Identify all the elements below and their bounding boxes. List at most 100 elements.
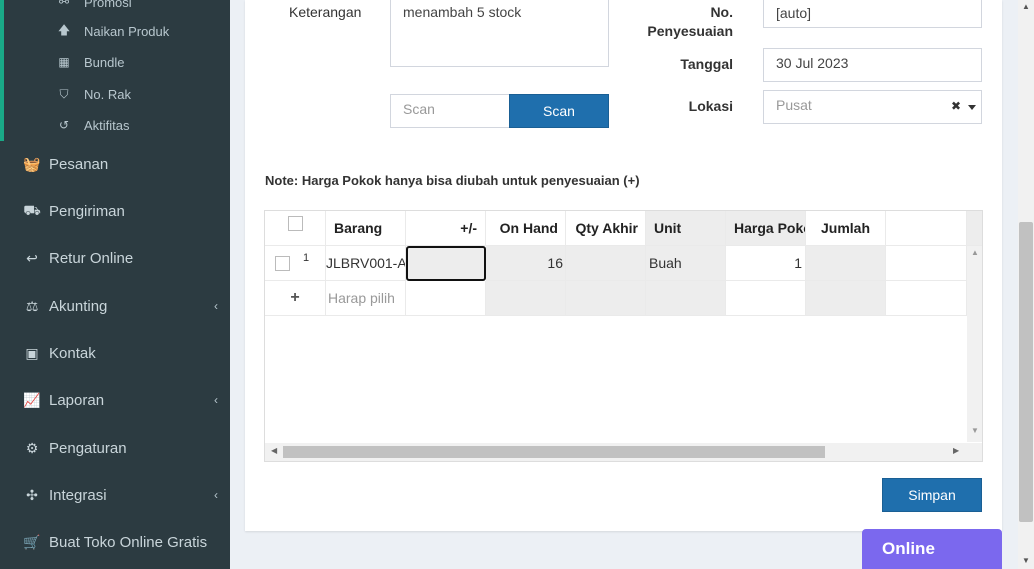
cell-on-hand: 16: [486, 246, 566, 281]
scale-icon: ⚖: [25, 297, 39, 314]
grid-vertical-scrollbar[interactable]: ▲ ▼: [967, 246, 982, 442]
add-cell-plusminus: [406, 281, 486, 316]
caret-down-icon[interactable]: [968, 105, 976, 110]
lokasi-select[interactable]: Pusat ✖: [763, 90, 982, 124]
scroll-right-icon[interactable]: ▶: [953, 446, 959, 455]
sidebar-item-retur-online[interactable]: ↩ Retur Online: [22, 246, 218, 270]
header-extra: [886, 211, 967, 246]
page-scrollbar[interactable]: ▲ ▼: [1018, 0, 1034, 569]
header-jumlah[interactable]: Jumlah: [806, 211, 886, 246]
sidebar-item-buat-toko[interactable]: 🛒 Buat Toko Online Gratis: [22, 530, 218, 554]
scroll-left-icon[interactable]: ◀: [271, 446, 277, 455]
select-all-checkbox[interactable]: [287, 215, 303, 231]
page-scroll-up-icon[interactable]: ▲: [1022, 2, 1030, 11]
keterangan-textarea[interactable]: menambah 5 stock: [390, 0, 609, 67]
sidebar-subitem-label: Bundle: [84, 54, 125, 70]
sidebar-item-label: Akunting: [49, 297, 108, 315]
sidebar-item-akunting[interactable]: ⚖ Akunting ‹: [22, 294, 218, 318]
lokasi-value: Pusat: [776, 97, 812, 113]
scan-input[interactable]: Scan: [390, 94, 510, 128]
header-barang[interactable]: Barang: [326, 211, 406, 246]
tanggal-label: Tanggal: [680, 56, 733, 72]
sidebar-subitem-promosi[interactable]: ⚯ Promosi: [56, 0, 132, 12]
sidebar-subitem-label: Aktifitas: [84, 117, 130, 133]
sidebar-subitem-naikan-produk[interactable]: 🡅 Naikan Produk: [56, 21, 169, 41]
sidebar-item-label: Kontak: [49, 344, 96, 362]
puzzle-icon: ✣: [26, 486, 38, 503]
reply-icon: ↩: [26, 249, 38, 266]
add-row-placeholder[interactable]: Harap pilih: [326, 281, 406, 316]
clear-icon[interactable]: ✖: [951, 99, 961, 113]
row-checkbox[interactable]: [275, 255, 290, 271]
sidebar-item-pengaturan[interactable]: ⚙ Pengaturan: [22, 436, 218, 460]
save-button[interactable]: Simpan: [882, 478, 982, 512]
sidebar-item-laporan[interactable]: 📈 Laporan ‹: [22, 388, 218, 412]
basket-icon: 🧺: [23, 155, 41, 172]
header-on-hand[interactable]: On Hand: [486, 211, 566, 246]
cell-plusminus-editor[interactable]: [406, 246, 486, 281]
sidebar-item-pesanan[interactable]: 🧺 Pesanan: [22, 152, 218, 176]
page-scroll-down-icon[interactable]: ▼: [1022, 556, 1030, 565]
tanggal-input[interactable]: 30 Jul 2023: [763, 48, 982, 82]
sidebar: ⚯ Promosi 🡅 Naikan Produk ▦ Bundle ⛉ No.…: [0, 0, 230, 569]
adjustment-grid: Barang +/- On Hand Qty Akhir Unit Harga …: [264, 210, 983, 462]
sidebar-item-integrasi[interactable]: ✣ Integrasi ‹: [22, 483, 218, 507]
header-plusminus[interactable]: +/-: [406, 211, 486, 246]
add-cell-extra: [886, 281, 967, 316]
grid-horizontal-scrollbar[interactable]: ◀ ▶: [265, 443, 982, 461]
no-penyesuaian-label-line2: Penyesuaian: [647, 23, 733, 39]
no-penyesuaian-label-line1: No.: [710, 4, 733, 20]
sidebar-subitem-bundle[interactable]: ▦ Bundle: [56, 52, 124, 72]
header-qty-akhir[interactable]: Qty Akhir: [566, 211, 646, 246]
cart-icon: 🛒: [23, 533, 41, 550]
sidebar-item-pengiriman[interactable]: ⛟ Pengiriman: [22, 199, 218, 223]
sidebar-subitem-aktifitas[interactable]: ↺ Aktifitas: [56, 115, 130, 135]
scan-placeholder: Scan: [403, 101, 435, 117]
scan-button[interactable]: Scan: [509, 94, 609, 128]
history-icon: ↺: [58, 118, 70, 132]
header-scroll-corner: [967, 211, 982, 246]
sidebar-subitem-no-rak[interactable]: ⛉ No. Rak: [56, 84, 131, 104]
add-cell-jumlah: [806, 281, 886, 316]
id-card-icon: ▣: [25, 344, 39, 361]
arrow-up-icon: 🡅: [57, 22, 71, 37]
cell-unit: Buah: [646, 246, 726, 281]
chevron-left-icon: ‹: [214, 393, 218, 407]
tag-icon: ⚯: [58, 0, 70, 9]
sidebar-item-label: Pengiriman: [49, 202, 125, 220]
bookmark-icon: ⛉: [59, 86, 69, 101]
sidebar-item-label: Integrasi: [49, 486, 107, 504]
chevron-left-icon: ‹: [214, 488, 218, 502]
truck-icon: ⛟: [23, 201, 41, 218]
row-select-cell: 1: [265, 246, 326, 281]
cogs-icon: ⚙: [25, 439, 39, 456]
header-unit[interactable]: Unit: [646, 211, 726, 246]
adjustment-form-card: Keterangan menambah 5 stock Scan Scan No…: [245, 0, 1002, 531]
sidebar-item-label: Buat Toko Online Gratis: [49, 533, 208, 551]
cell-jumlah: [806, 246, 886, 281]
cell-harga-pokok[interactable]: 1: [726, 246, 806, 281]
sidebar-submenu: ⚯ Promosi 🡅 Naikan Produk ▦ Bundle ⛉ No.…: [0, 0, 230, 141]
add-cell-unit: [646, 281, 726, 316]
harga-pokok-note: Note: Harga Pokok hanya bisa diubah untu…: [265, 173, 640, 188]
scroll-down-icon[interactable]: ▼: [971, 426, 979, 435]
online-chat-widget[interactable]: Online: [862, 529, 1002, 569]
grid-horizontal-thumb[interactable]: [283, 446, 825, 458]
no-penyesuaian-label: No. Penyesuaian: [633, 3, 733, 41]
sidebar-subitem-label: No. Rak: [84, 86, 131, 102]
keterangan-value: menambah 5 stock: [403, 4, 522, 20]
no-penyesuaian-field[interactable]: [auto]: [763, 0, 982, 28]
add-row-icon[interactable]: +: [265, 281, 326, 316]
cell-barang[interactable]: JLBRV001-A: [326, 246, 406, 281]
chevron-left-icon: ‹: [214, 299, 218, 313]
lokasi-label: Lokasi: [688, 98, 733, 114]
grid-icon: ▦: [58, 55, 70, 69]
page-scroll-thumb[interactable]: [1019, 222, 1033, 522]
sidebar-item-kontak[interactable]: ▣ Kontak: [22, 341, 218, 365]
add-cell-harga-pokok: [726, 281, 806, 316]
no-penyesuaian-value: [auto]: [776, 5, 812, 21]
scroll-up-icon[interactable]: ▲: [971, 248, 979, 257]
header-harga-pokok[interactable]: Harga Poko: [726, 211, 806, 246]
keterangan-label: Keterangan: [289, 4, 362, 20]
cell-qty-akhir: [566, 246, 646, 281]
